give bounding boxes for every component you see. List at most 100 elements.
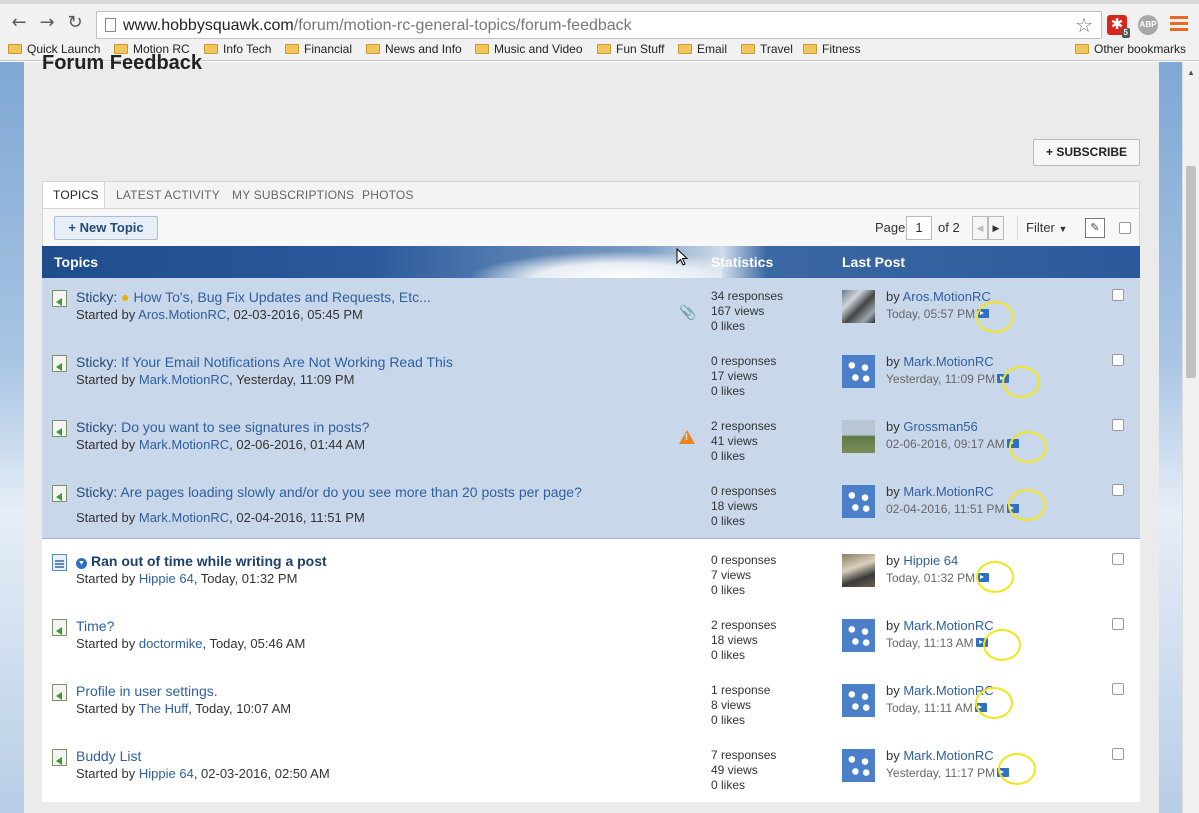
topic-stats: 2 responses 41 views 0 likes: [711, 419, 777, 463]
last-post-date: Yesterday, 11:17 PM: [886, 766, 1010, 780]
unread-icon[interactable]: ▼: [76, 558, 87, 569]
last-post-by: by Grossman56: [886, 419, 978, 434]
reload-icon[interactable]: ↻: [64, 12, 86, 34]
topic-checkbox[interactable]: [1112, 289, 1124, 301]
starter-link[interactable]: Mark.MotionRC: [139, 437, 229, 452]
tab-my-subscriptions[interactable]: MY SUBSCRIPTIONS: [232, 182, 354, 210]
page-number-input[interactable]: 1: [906, 216, 932, 240]
topic-row: Buddy List Started by Hippie 64, 02-03-2…: [42, 737, 1140, 802]
tab-photos[interactable]: PHOTOS: [362, 182, 414, 210]
topic-status-icon: [52, 290, 67, 307]
extension-icon[interactable]: ✱ 5: [1107, 15, 1130, 38]
highlight-circle: [983, 629, 1021, 661]
starter-link[interactable]: doctormike: [139, 636, 203, 651]
forward-icon[interactable]: →: [36, 12, 58, 34]
folder-icon: [803, 44, 817, 54]
header-last-post: Last Post: [842, 254, 906, 270]
topic-checkbox[interactable]: [1112, 419, 1124, 431]
topic-checkbox[interactable]: [1112, 683, 1124, 695]
avatar[interactable]: [842, 420, 875, 453]
topic-checkbox[interactable]: [1112, 354, 1124, 366]
topic-link[interactable]: Are pages loading slowly and/or do you s…: [120, 484, 582, 500]
last-post-by: by Mark.MotionRC: [886, 484, 994, 499]
topic-title: Buddy List: [76, 748, 616, 764]
scrollbar-thumb[interactable]: [1186, 166, 1196, 378]
url-text: www.hobbysquawk.com/forum/motion-rc-gene…: [123, 17, 632, 34]
tab-latest-activity[interactable]: LATEST ACTIVITY: [116, 182, 220, 210]
last-poster-link[interactable]: Grossman56: [903, 419, 977, 434]
topic-status-icon: [52, 355, 67, 372]
last-post-by: by Hippie 64: [886, 553, 959, 568]
starter-link[interactable]: Mark.MotionRC: [139, 372, 229, 387]
last-poster-link[interactable]: Mark.MotionRC: [903, 484, 993, 499]
topic-link[interactable]: Profile in user settings.: [76, 683, 218, 699]
bookmark-fitness[interactable]: Fitness: [803, 42, 861, 56]
starter-link[interactable]: Hippie 64: [139, 571, 194, 586]
topic-link[interactable]: Ran out of time while writing a post: [91, 553, 327, 569]
topic-row: Sticky: Are pages loading slowly and/or …: [42, 473, 1140, 538]
avatar[interactable]: [842, 290, 875, 323]
topic-row: Profile in user settings. Started by The…: [42, 672, 1140, 737]
select-all-checkbox[interactable]: [1119, 222, 1131, 234]
address-bar[interactable]: www.hobbysquawk.com/forum/motion-rc-gene…: [96, 11, 1102, 39]
bookmark-news-and-info[interactable]: News and Info: [366, 42, 462, 56]
last-poster-link[interactable]: Mark.MotionRC: [903, 354, 993, 369]
mod-tools-icon[interactable]: ✎: [1085, 218, 1105, 238]
back-icon[interactable]: ←: [8, 12, 30, 34]
topic-link[interactable]: Time?: [76, 618, 114, 634]
bookmark-info-tech[interactable]: Info Tech: [204, 42, 271, 56]
topic-stats: 0 responses 7 views 0 likes: [711, 553, 777, 597]
adblock-icon[interactable]: ABP: [1138, 15, 1158, 35]
bookmark-music-and-video[interactable]: Music and Video: [475, 42, 583, 56]
topic-link[interactable]: Buddy List: [76, 748, 141, 764]
topic-checkbox[interactable]: [1112, 553, 1124, 565]
last-poster-link[interactable]: Mark.MotionRC: [903, 618, 993, 633]
avatar[interactable]: [842, 749, 875, 782]
folder-icon: [1075, 44, 1089, 54]
avatar[interactable]: [842, 355, 875, 388]
extension-badge: 5: [1121, 28, 1130, 38]
bookmark-financial[interactable]: Financial: [285, 42, 352, 56]
avatar[interactable]: [842, 619, 875, 652]
bookmark-other[interactable]: Other bookmarks: [1075, 42, 1186, 56]
browser-menu-icon[interactable]: [1170, 16, 1188, 32]
scroll-up-icon[interactable]: ▲: [1187, 68, 1195, 77]
topic-link[interactable]: If Your Email Notifications Are Not Work…: [121, 354, 453, 370]
starter-link[interactable]: Aros.MotionRC: [138, 307, 226, 322]
bookmark-travel[interactable]: Travel: [741, 42, 793, 56]
subscribe-button[interactable]: + SUBSCRIBE: [1033, 139, 1140, 166]
last-poster-link[interactable]: Hippie 64: [903, 553, 958, 568]
bookmark-star-icon[interactable]: ☆: [1075, 13, 1093, 37]
avatar[interactable]: [842, 485, 875, 518]
topic-link[interactable]: Do you want to see signatures in posts?: [121, 419, 369, 435]
filter-button[interactable]: Filter ▼: [1017, 216, 1075, 240]
topic-status-icon: [52, 485, 67, 502]
starter-link[interactable]: Hippie 64: [139, 766, 194, 781]
prev-page-icon[interactable]: ◀: [972, 216, 988, 240]
topic-checkbox[interactable]: [1112, 748, 1124, 760]
tab-topics[interactable]: TOPICS: [43, 182, 105, 211]
next-page-icon[interactable]: ▶: [988, 216, 1004, 240]
avatar[interactable]: [842, 554, 875, 587]
starter-link[interactable]: Mark.MotionRC: [139, 510, 229, 525]
new-topic-button[interactable]: + New Topic: [54, 216, 158, 240]
last-post-by: by Mark.MotionRC: [886, 354, 994, 369]
topic-checkbox[interactable]: [1112, 484, 1124, 496]
last-poster-link[interactable]: Mark.MotionRC: [903, 748, 993, 763]
topic-checkbox[interactable]: [1112, 618, 1124, 630]
page-scrollbar[interactable]: ▲: [1182, 62, 1199, 813]
starter-link[interactable]: The Huff: [139, 701, 189, 716]
folder-icon: [366, 44, 380, 54]
topic-toolbar: + New Topic Page 1 of 2 ◀ ▶ Filter ▼ ✎: [42, 208, 1140, 246]
topics-header: Topics Statistics Last Post: [42, 246, 1140, 278]
topic-title: ▼ Ran out of time while writing a post: [76, 553, 616, 569]
attachment-icon: 📎: [679, 304, 697, 320]
bookmark-fun-stuff[interactable]: Fun Stuff: [597, 42, 664, 56]
highlight-circle: [1008, 489, 1046, 521]
topic-link[interactable]: How To's, Bug Fix Updates and Requests, …: [133, 289, 430, 305]
folder-icon: [678, 44, 692, 54]
last-poster-link[interactable]: Aros.MotionRC: [903, 289, 991, 304]
avatar[interactable]: [842, 684, 875, 717]
page-icon: [105, 18, 116, 32]
bookmark-email[interactable]: Email: [678, 42, 727, 56]
